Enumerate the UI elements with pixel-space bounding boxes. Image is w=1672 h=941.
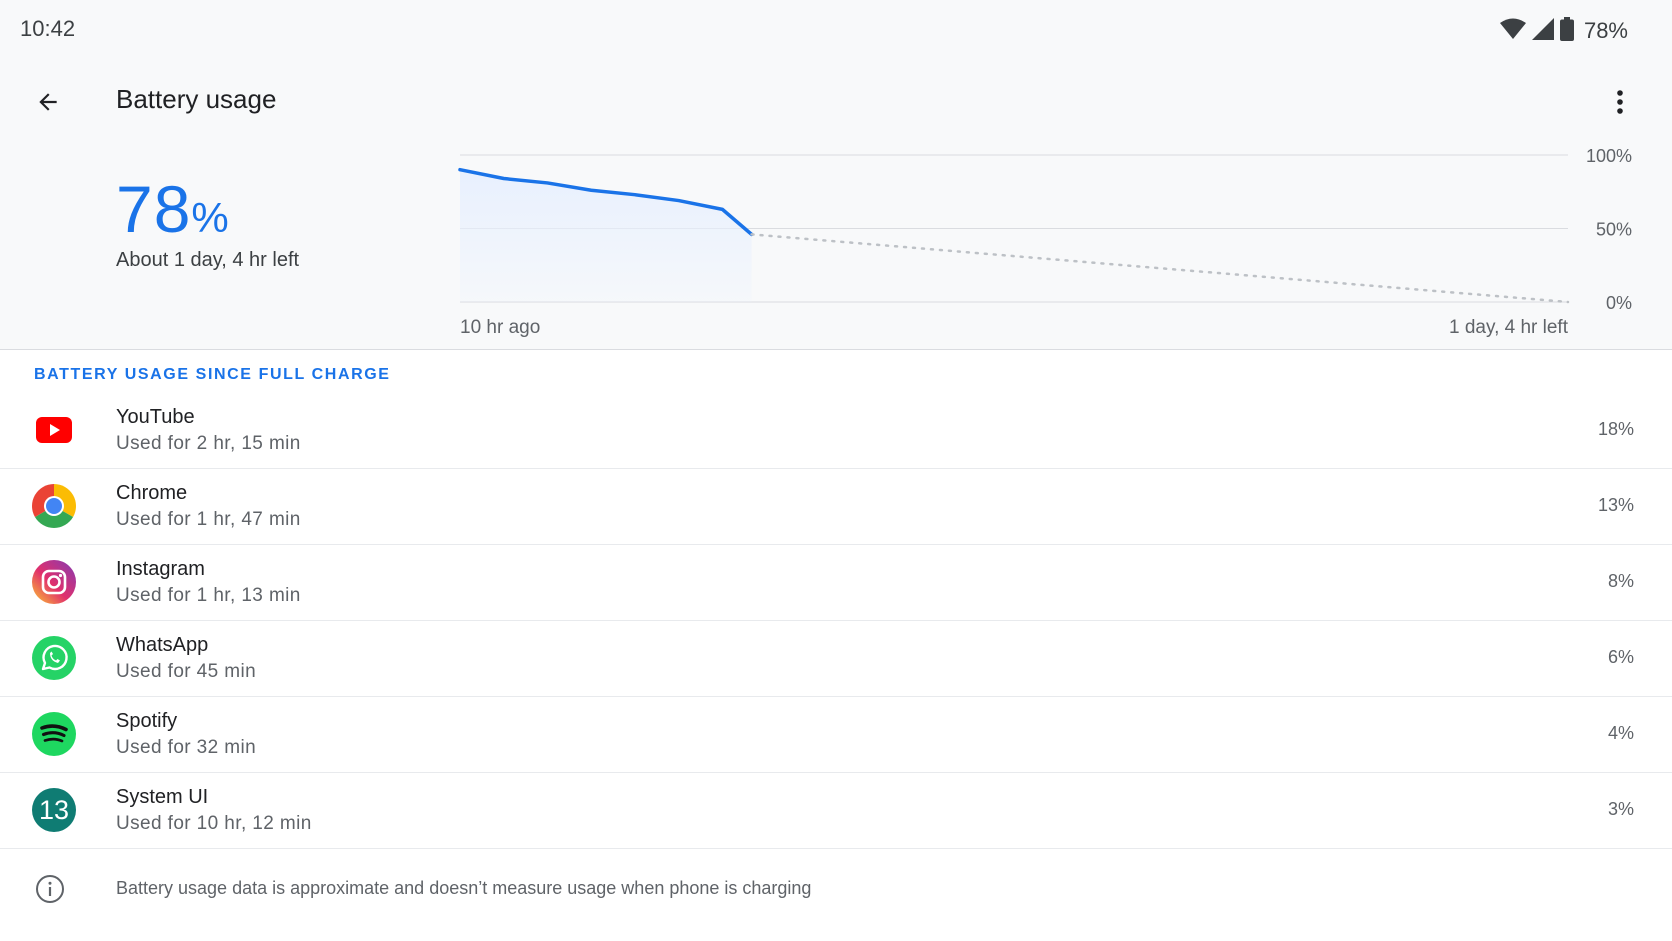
app-name: WhatsApp xyxy=(116,634,209,656)
app-usage-time: Used for 2 hr, 15 min xyxy=(116,433,301,454)
youtube-icon xyxy=(31,407,77,453)
y-tick-label: 0% xyxy=(1606,293,1632,313)
app-name: System UI xyxy=(116,786,209,808)
app-battery-percent: 6% xyxy=(1607,647,1634,667)
app-row[interactable]: Chrome Used for 1 hr, 47 min 13% xyxy=(0,469,1672,545)
y-tick-label: 100% xyxy=(1586,146,1632,166)
app-row[interactable]: WhatsApp Used for 45 min 6% xyxy=(0,621,1672,697)
whatsapp-icon xyxy=(31,635,77,681)
app-row[interactable]: Spotify Used for 32 min 4% xyxy=(0,697,1672,773)
chart-area-fill xyxy=(460,169,752,302)
app-battery-percent: 8% xyxy=(1607,571,1634,591)
info-icon xyxy=(34,873,66,905)
y-tick-label: 50% xyxy=(1596,220,1632,240)
app-battery-percent: 18% xyxy=(1597,419,1634,439)
app-row[interactable]: Instagram Used for 1 hr, 13 min 8% xyxy=(0,545,1672,621)
app-name: Spotify xyxy=(116,710,178,732)
app-battery-percent: 4% xyxy=(1607,723,1634,743)
section-header: BATTERY USAGE SINCE FULL CHARGE xyxy=(34,366,391,383)
app-usage-list: YouTube Used for 2 hr, 15 min 18% Chrome Use… xyxy=(0,393,1672,849)
app-name: Chrome xyxy=(116,482,188,504)
app-name: Instagram xyxy=(116,558,205,580)
app-battery-percent: 13% xyxy=(1597,495,1634,515)
app-battery-percent: 3% xyxy=(1607,799,1634,819)
app-row[interactable]: YouTube Used for 2 hr, 15 min 18% xyxy=(0,393,1672,469)
app-usage-time: Used for 1 hr, 13 min xyxy=(116,585,301,606)
projection-line xyxy=(750,233,1570,304)
x-end-label: 1 day, 4 hr left xyxy=(1449,317,1569,338)
app-usage-time: Used for 32 min xyxy=(116,737,257,758)
app-row[interactable]: 13 System UI Used for 10 hr, 12 min 3% xyxy=(0,773,1672,849)
app-usage-time: Used for 45 min xyxy=(116,661,257,682)
app-name: YouTube xyxy=(116,406,195,428)
chrome-icon xyxy=(31,483,77,529)
system-ui-icon: 13 xyxy=(31,787,77,833)
instagram-icon xyxy=(31,559,77,605)
battery-summary-panel: 10:42 78% Battery usage 78% About 1 day,… xyxy=(0,0,1672,350)
app-usage-time: Used for 1 hr, 47 min xyxy=(116,509,301,530)
system-ui-icon-text: 13 xyxy=(39,795,69,825)
x-start-label: 10 hr ago xyxy=(460,317,540,338)
app-usage-time: Used for 10 hr, 12 min xyxy=(116,813,312,834)
footer-disclaimer: Battery usage data is approximate and do… xyxy=(116,878,812,898)
battery-level-chart: 100% 50% 0% 10 hr ago 1 day, 4 hr left xyxy=(458,146,1632,338)
spotify-icon xyxy=(31,711,77,757)
